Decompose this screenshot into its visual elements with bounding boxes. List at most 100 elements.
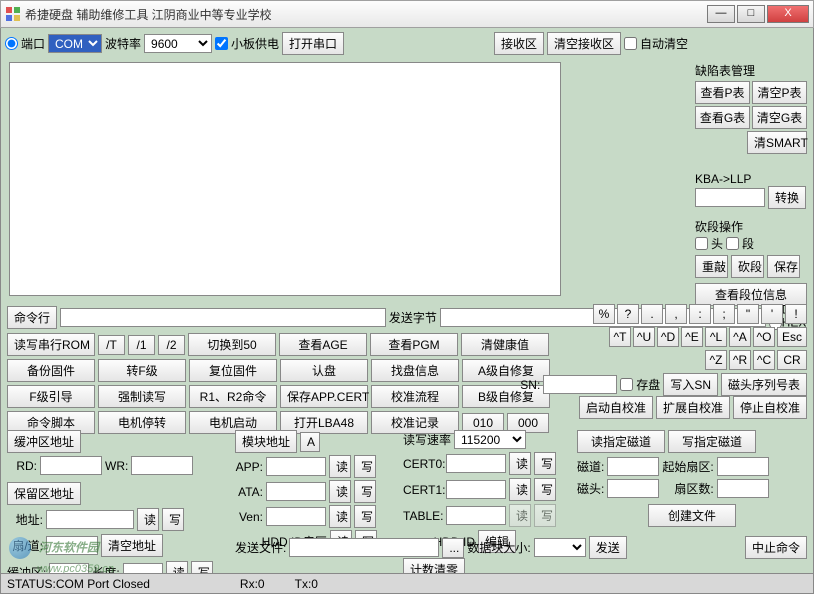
auto-clear-check[interactable] bbox=[624, 37, 637, 50]
ata-read[interactable]: 读 bbox=[329, 480, 351, 503]
ven-write[interactable]: 写 bbox=[354, 505, 376, 528]
terminal-output[interactable] bbox=[9, 62, 561, 296]
rw-rom-button[interactable]: 读写串行ROM bbox=[7, 333, 95, 356]
reset-fw-button[interactable]: 复位固件 bbox=[189, 359, 277, 382]
close-button[interactable]: X bbox=[767, 5, 809, 23]
redo-button[interactable]: 重敲 bbox=[695, 255, 728, 278]
sym-cz[interactable]: ^Z bbox=[705, 350, 727, 370]
view-p-button[interactable]: 查看P表 bbox=[695, 81, 750, 104]
kba-input[interactable] bbox=[695, 188, 765, 207]
head-input[interactable] bbox=[607, 479, 659, 498]
start-cal-button[interactable]: 启动自校准 bbox=[579, 396, 653, 419]
send-button[interactable]: 发送 bbox=[589, 536, 627, 559]
addr-read[interactable]: 读 bbox=[137, 508, 159, 531]
sym-esc[interactable]: Esc bbox=[777, 327, 807, 347]
cut-head-check[interactable] bbox=[695, 237, 708, 250]
cert0-write[interactable]: 写 bbox=[534, 452, 556, 475]
sym-crlf[interactable]: CR bbox=[777, 350, 807, 370]
write-sn-button[interactable]: 写入SN bbox=[663, 373, 718, 396]
maximize-button[interactable]: □ bbox=[737, 5, 765, 23]
track-input[interactable] bbox=[607, 457, 659, 476]
stop-cal-button[interactable]: 停止自校准 bbox=[733, 396, 807, 419]
app-write[interactable]: 写 bbox=[354, 455, 376, 478]
sym-dot[interactable]: . bbox=[641, 304, 663, 324]
sym-ct[interactable]: ^T bbox=[609, 327, 631, 347]
cal-flow-button[interactable]: 校准流程 bbox=[371, 385, 459, 408]
sym-ce[interactable]: ^E bbox=[681, 327, 703, 347]
sym-squote[interactable]: ' bbox=[761, 304, 783, 324]
switch50-button[interactable]: 切换到50 bbox=[188, 333, 276, 356]
rx-area-button[interactable]: 接收区 bbox=[494, 32, 544, 55]
cut-seg-check[interactable] bbox=[726, 237, 739, 250]
browse-button[interactable]: ... bbox=[442, 538, 464, 558]
addr-input[interactable] bbox=[46, 510, 134, 529]
view-g-button[interactable]: 查看G表 bbox=[695, 106, 750, 129]
sym-cl[interactable]: ^L bbox=[705, 327, 727, 347]
port-radio[interactable] bbox=[5, 37, 18, 50]
clear-health-button[interactable]: 清健康值 bbox=[461, 333, 549, 356]
save-seg-button[interactable]: 保存 bbox=[767, 255, 800, 278]
view-age-button[interactable]: 查看AGE bbox=[279, 333, 367, 356]
sendfile-input[interactable] bbox=[289, 538, 439, 557]
wr-input[interactable] bbox=[131, 456, 193, 475]
t-button[interactable]: /T bbox=[98, 335, 125, 355]
cert0-input[interactable] bbox=[446, 454, 506, 473]
table-input[interactable] bbox=[446, 506, 506, 525]
kba-convert-button[interactable]: 转换 bbox=[768, 186, 806, 209]
cert1-write[interactable]: 写 bbox=[534, 478, 556, 501]
abort-button[interactable]: 中止命令 bbox=[745, 536, 807, 559]
ven-read[interactable]: 读 bbox=[329, 505, 351, 528]
cmd-label-button[interactable]: 命令行 bbox=[7, 306, 57, 329]
sector-input[interactable] bbox=[46, 536, 98, 555]
ven-input[interactable] bbox=[266, 507, 326, 526]
sym-ca[interactable]: ^A bbox=[729, 327, 751, 347]
ext-cal-button[interactable]: 扩展自校准 bbox=[656, 396, 730, 419]
rate-select[interactable]: 115200 bbox=[454, 430, 526, 449]
app-input[interactable] bbox=[266, 457, 326, 476]
clear-smart-button[interactable]: 清SMART bbox=[747, 131, 807, 154]
create-file-button[interactable]: 创建文件 bbox=[648, 504, 736, 527]
open-serial-button[interactable]: 打开串口 bbox=[282, 32, 344, 55]
sym-cc[interactable]: ^C bbox=[753, 350, 775, 370]
app-read[interactable]: 读 bbox=[329, 455, 351, 478]
smallboard-check[interactable] bbox=[215, 37, 228, 50]
force-rw-button[interactable]: 强制读写 bbox=[98, 385, 186, 408]
sym-excl[interactable]: ! bbox=[785, 304, 807, 324]
backup-fw-button[interactable]: 备份固件 bbox=[7, 359, 95, 382]
detect-disk-button[interactable]: 认盘 bbox=[280, 359, 368, 382]
sym-cd[interactable]: ^D bbox=[657, 327, 679, 347]
sym-co[interactable]: ^O bbox=[753, 327, 775, 347]
to-f-button[interactable]: 转F级 bbox=[98, 359, 186, 382]
save-disk-check[interactable] bbox=[620, 378, 633, 391]
block-select[interactable] bbox=[534, 538, 586, 557]
cmd-input[interactable] bbox=[60, 308, 386, 327]
rd-input[interactable] bbox=[40, 456, 102, 475]
startsec-input[interactable] bbox=[717, 457, 769, 476]
minimize-button[interactable]: — bbox=[707, 5, 735, 23]
reserve-button[interactable]: 保留区地址 bbox=[7, 482, 81, 505]
sn-input[interactable] bbox=[543, 375, 617, 394]
r1r2-button[interactable]: R1、R2命令 bbox=[189, 385, 277, 408]
cert1-input[interactable] bbox=[446, 480, 506, 499]
sym-dquote[interactable]: " bbox=[737, 304, 759, 324]
disk-info-button[interactable]: 找盘信息 bbox=[371, 359, 459, 382]
sym-cr[interactable]: ^R bbox=[729, 350, 751, 370]
sym-semicolon[interactable]: ; bbox=[713, 304, 735, 324]
save-cert-button[interactable]: 保存APP.CERT bbox=[280, 385, 368, 408]
mod-a-button[interactable]: A bbox=[300, 432, 320, 452]
read-track-button[interactable]: 读指定磁道 bbox=[577, 430, 665, 453]
sym-question[interactable]: ? bbox=[617, 304, 639, 324]
sym-comma[interactable]: , bbox=[665, 304, 687, 324]
ata-input[interactable] bbox=[266, 482, 326, 501]
seccount-input[interactable] bbox=[717, 479, 769, 498]
sym-colon[interactable]: : bbox=[689, 304, 711, 324]
slash1-button[interactable]: /1 bbox=[128, 335, 155, 355]
port-select[interactable]: COM1 bbox=[48, 34, 102, 53]
clear-rx-button[interactable]: 清空接收区 bbox=[547, 32, 621, 55]
f-boot-button[interactable]: F级引导 bbox=[7, 385, 95, 408]
slash2-button[interactable]: /2 bbox=[158, 335, 185, 355]
ata-write[interactable]: 写 bbox=[354, 480, 376, 503]
mod-title-button[interactable]: 模块地址 bbox=[235, 430, 297, 453]
write-track-button[interactable]: 写指定磁道 bbox=[668, 430, 756, 453]
addr-write[interactable]: 写 bbox=[162, 508, 184, 531]
